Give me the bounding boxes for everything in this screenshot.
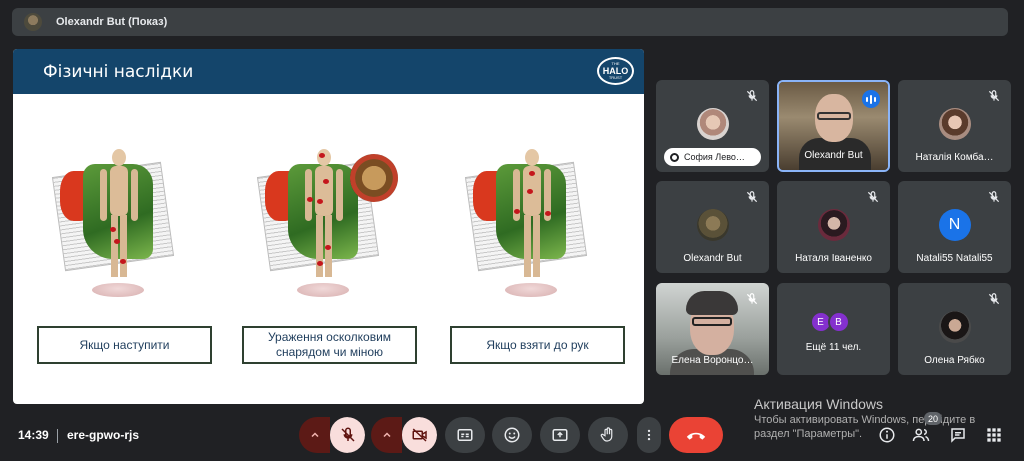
more-avatars: E B — [809, 311, 850, 333]
chat-button[interactable] — [948, 425, 968, 445]
slide-title: Фізичні наслідки — [43, 62, 194, 82]
avatar — [938, 311, 971, 343]
more-options-button[interactable] — [637, 417, 661, 453]
participant-name: Наталія Комба… — [915, 152, 994, 163]
mic-toggle-button[interactable] — [330, 417, 365, 453]
meeting-code: ere-gpwo-rjs — [67, 428, 140, 442]
presenter-title: Olexandr But (Показ) — [56, 16, 168, 28]
more-participants-tile[interactable]: E B Ещё 11 чел. — [777, 283, 890, 375]
participant-name: Natali55 Natali55 — [916, 253, 993, 264]
avatar: B — [827, 311, 850, 333]
caption-shrapnel: Ураження осколковим снарядом чи міною — [242, 326, 417, 364]
participant-tile[interactable]: Наталя Іваненко — [777, 181, 890, 273]
mic-off-icon — [867, 191, 879, 203]
mic-off-icon — [341, 427, 355, 442]
captions-button[interactable] — [445, 417, 485, 453]
mic-off-icon — [988, 191, 1000, 203]
participant-name: Елена Воронцо… — [671, 355, 754, 366]
presented-slide: Фізичні наслідки THE HALO TRUST Якщо нас… — [13, 49, 644, 404]
info-icon — [879, 427, 895, 443]
end-call-button[interactable] — [669, 417, 723, 453]
mic-control-group — [299, 417, 365, 453]
divider — [57, 429, 58, 443]
avatar: N — [938, 209, 971, 241]
camera-toggle-button[interactable] — [402, 417, 437, 453]
figure-pick-up — [461, 149, 601, 309]
participant-tile[interactable]: Наталія Комба… — [898, 80, 1011, 172]
mic-off-icon — [988, 90, 1000, 102]
avatar — [696, 209, 729, 241]
participant-tile[interactable]: N Natali55 Natali55 — [898, 181, 1011, 273]
reactions-button[interactable] — [492, 417, 532, 453]
participant-name: Olexandr But — [683, 253, 742, 264]
people-icon — [912, 428, 930, 442]
participant-tile[interactable]: Олена Рябко — [898, 283, 1011, 375]
mic-off-icon — [746, 90, 758, 102]
mic-off-icon — [988, 293, 1000, 305]
presenter-avatar — [24, 13, 42, 31]
avatar — [696, 108, 729, 140]
camera-options-button[interactable] — [371, 417, 403, 453]
participant-name: Наталя Іваненко — [795, 253, 872, 264]
avatar — [817, 209, 850, 241]
more-vert-icon — [647, 429, 651, 441]
halo-logo: THE HALO TRUST — [597, 57, 634, 85]
mic-options-button[interactable] — [299, 417, 331, 453]
hand-icon — [600, 427, 613, 442]
participant-tile[interactable]: Елена Воронцо… — [656, 283, 769, 375]
participant-count-badge: 20 — [924, 412, 942, 425]
present-screen-icon — [552, 429, 568, 441]
hand-icon — [670, 152, 679, 162]
camera-off-icon — [412, 428, 427, 442]
caption-pick-up: Якщо взяти до рук — [450, 326, 625, 364]
activities-button[interactable] — [984, 425, 1004, 445]
raise-hand-button[interactable] — [588, 417, 628, 453]
chat-icon — [951, 428, 965, 443]
participant-name: Олена Рябко — [924, 355, 985, 366]
end-call-icon — [686, 432, 706, 440]
participant-name: Olexandr But — [804, 150, 863, 161]
chevron-up-icon — [311, 432, 319, 438]
presenter-bar: Olexandr But (Показ) — [12, 8, 1008, 36]
speaking-icon — [862, 90, 880, 108]
chevron-up-icon — [383, 432, 391, 438]
participant-name-pill: София Лево… — [664, 148, 761, 166]
participant-tile[interactable]: Olexandr But — [656, 181, 769, 273]
figure-shrapnel — [253, 149, 398, 309]
mic-off-icon — [746, 293, 758, 305]
windows-activation-watermark: Активация Windows Чтобы активировать Win… — [754, 396, 976, 440]
clock: 14:39 — [18, 428, 49, 442]
mic-off-icon — [746, 191, 758, 203]
caption-step-on: Якщо наступити — [37, 326, 212, 364]
people-button[interactable] — [911, 425, 931, 445]
slide-header: Фізичні наслідки THE HALO TRUST — [13, 49, 644, 94]
present-button[interactable] — [540, 417, 580, 453]
participant-tile[interactable]: Olexandr But — [777, 80, 890, 172]
avatar — [938, 108, 971, 140]
apps-grid-icon — [987, 428, 1001, 442]
meeting-info-button[interactable] — [877, 425, 897, 445]
emoji-icon — [504, 427, 520, 443]
captions-icon — [457, 429, 473, 441]
mine-image — [350, 154, 398, 202]
more-participants-label: Ещё 11 чел. — [805, 342, 862, 353]
camera-control-group — [371, 417, 437, 453]
participant-tile[interactable]: София Лево… — [656, 80, 769, 172]
figure-step-on — [48, 149, 188, 309]
